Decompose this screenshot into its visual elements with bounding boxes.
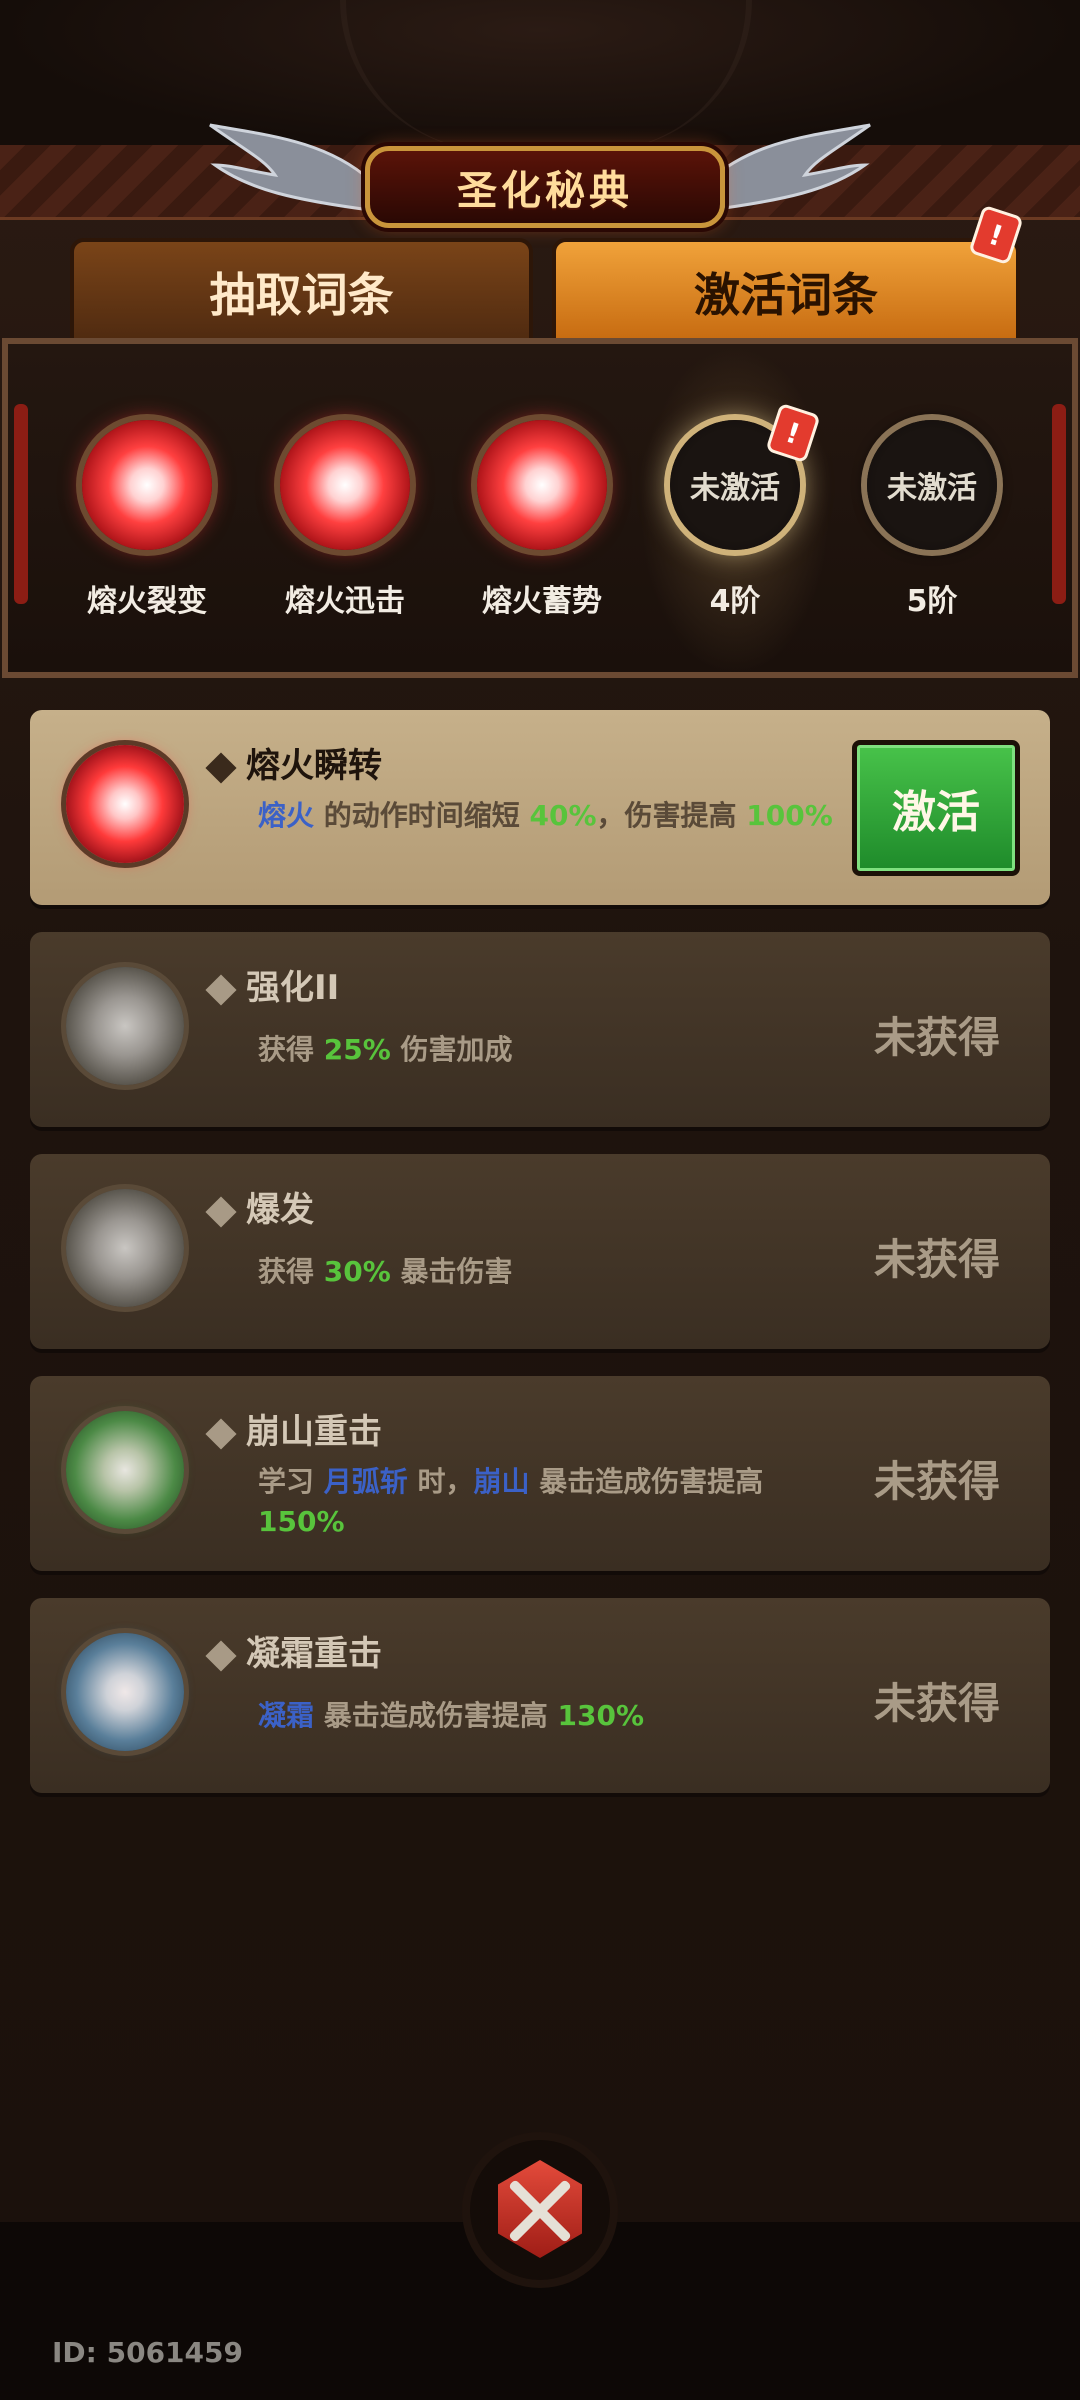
page-title: 圣化秘典	[457, 168, 633, 214]
locked-orb-icon: 未激活	[867, 420, 997, 550]
entry-title: 强化II	[205, 960, 339, 1009]
tier-label: 熔火裂变	[87, 584, 207, 619]
wing-left-icon	[209, 123, 372, 212]
entry-card-4[interactable]: 崩山重击 学习 月弧斩 时，崩山 暴击造成伤害提高 150% 未获得	[30, 1376, 1050, 1571]
entry-title: 熔火瞬转	[205, 738, 382, 787]
status-badge: 未获得	[873, 1457, 1000, 1506]
entry-title: 崩山重击	[205, 1404, 382, 1453]
activate-button[interactable]: 激活	[852, 740, 1020, 876]
fire-orb-icon	[280, 420, 410, 550]
tier-label: 熔火蓄势	[482, 584, 602, 619]
status-badge: 未获得	[873, 1235, 1000, 1284]
tier-label: 4阶	[709, 584, 761, 619]
entry-card-5[interactable]: 凝霜重击 凝霜 暴击造成伤害提高 130% 未获得	[30, 1598, 1050, 1793]
entry-description: 获得 25% 伤害加成	[258, 1033, 513, 1066]
tier-label: 熔火迅击	[285, 584, 405, 619]
page-title-banner: 圣化秘典	[365, 146, 725, 228]
entry-card-3[interactable]: 爆发 获得 30% 暴击伤害 未获得	[30, 1154, 1050, 1349]
diamond-icon	[205, 1195, 237, 1228]
entry-card-1[interactable]: 熔火瞬转 熔火 的动作时间缩短 40%，伤害提高 100% 激活	[30, 710, 1050, 905]
fire-orb-icon	[82, 420, 212, 550]
tab-draw-entries[interactable]: 抽取词条	[70, 238, 533, 346]
entry-title: 爆发	[205, 1182, 314, 1231]
user-id: ID: 5061459	[52, 2336, 243, 2369]
tier-label: 5阶	[906, 584, 958, 619]
green-orb-icon	[66, 1411, 184, 1529]
diamond-icon	[205, 1639, 237, 1672]
entry-description: 凝霜 暴击造成伤害提高 130%	[258, 1699, 645, 1732]
tier-item-1[interactable]: 熔火裂变	[72, 420, 222, 620]
diamond-icon	[205, 751, 237, 784]
tier-item-5[interactable]: 未激活 5阶	[857, 420, 1007, 620]
wing-right-icon	[708, 123, 871, 212]
entry-description: 熔火 的动作时间缩短 40%，伤害提高 100%	[258, 799, 833, 832]
tier-item-2[interactable]: 熔火迅击	[270, 420, 420, 620]
gray-orb-icon	[66, 1189, 184, 1307]
fire-orb-icon	[477, 420, 607, 550]
close-button[interactable]	[470, 2140, 610, 2280]
entry-card-2[interactable]: 强化II 获得 25% 伤害加成 未获得	[30, 932, 1050, 1127]
status-badge: 未获得	[873, 1679, 1000, 1728]
diamond-icon	[205, 973, 237, 1006]
entry-description: 获得 30% 暴击伤害	[258, 1255, 513, 1288]
diamond-icon	[205, 1417, 237, 1450]
blue-orb-icon	[66, 1633, 184, 1751]
tab-label: 抽取词条	[209, 268, 394, 322]
entry-title: 凝霜重击	[205, 1626, 382, 1675]
tab-activate-entries[interactable]: 激活词条	[552, 238, 1020, 346]
fire-orb-icon	[66, 745, 184, 863]
status-badge: 未获得	[873, 1013, 1000, 1062]
gray-orb-icon	[66, 967, 184, 1085]
entry-description: 学习 月弧斩 时，崩山 暴击造成伤害提高 150%	[258, 1465, 764, 1538]
tier-item-3[interactable]: 熔火蓄势	[467, 420, 617, 620]
tab-label: 激活词条	[694, 268, 878, 322]
